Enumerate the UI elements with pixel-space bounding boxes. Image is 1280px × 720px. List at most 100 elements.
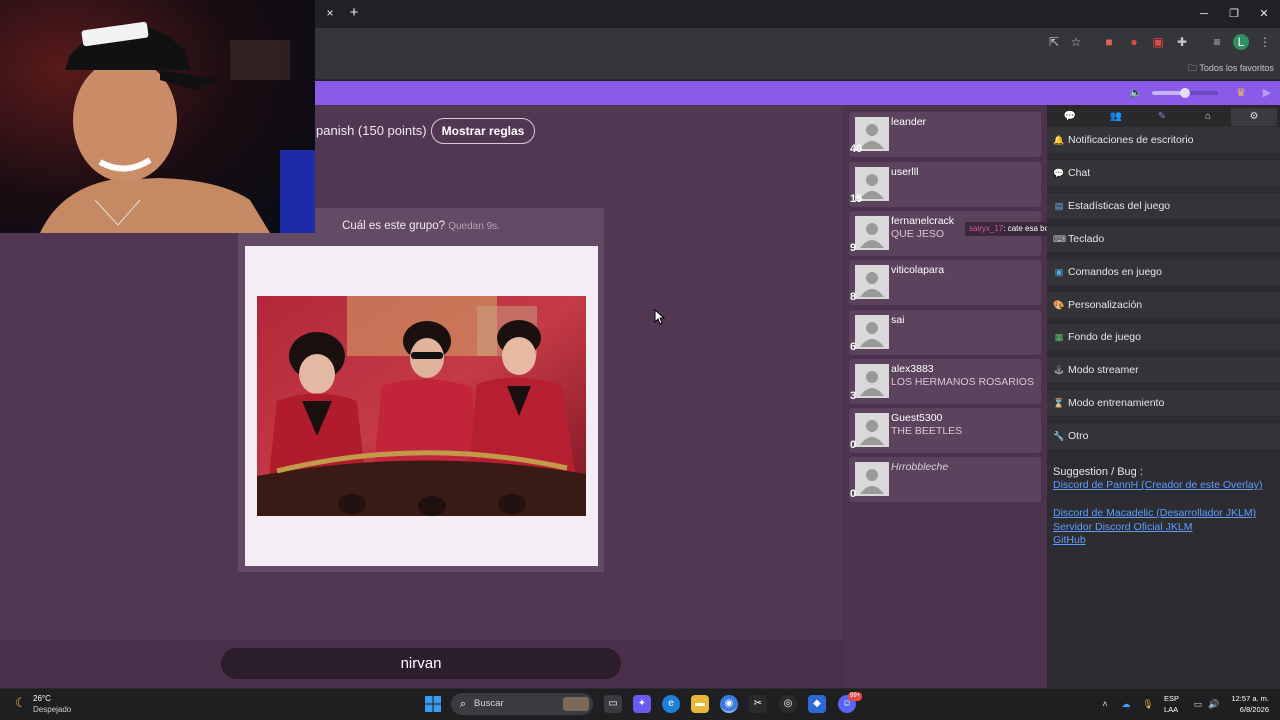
tab-players-icon[interactable]: 👥	[1093, 108, 1139, 126]
language-indicator-line1[interactable]: ESP	[1164, 694, 1179, 704]
minimize-icon[interactable]: ─	[1196, 6, 1212, 22]
speaker-icon[interactable]: 🔊	[1207, 697, 1221, 711]
player-name: Guest5300	[891, 412, 943, 424]
player-score: 15	[850, 193, 863, 205]
settings-item[interactable]: 🎨 Personalización	[1047, 290, 1280, 318]
player-score: 3	[850, 390, 857, 402]
settings-item[interactable]: 🔔 Notificaciones de escritorio	[1047, 126, 1280, 153]
player-card: 0 Guest5300 THE BEETLES	[849, 408, 1041, 453]
copilot-icon[interactable]: ✦	[633, 695, 651, 713]
settings-item[interactable]: ⌛ Modo entrenamiento	[1047, 389, 1280, 417]
settings-item[interactable]: 🔧 Otro	[1047, 422, 1280, 450]
player-name: alex3883	[891, 363, 934, 375]
default-avatar-icon	[855, 315, 889, 349]
network-icon[interactable]: ▭	[1191, 697, 1205, 711]
tab-close-button[interactable]: ×	[323, 6, 337, 20]
settings-item[interactable]: ▣ Comandos en juego	[1047, 257, 1280, 285]
player-score: 6	[850, 341, 857, 353]
keyboard-icon: ⌨	[1053, 233, 1066, 244]
bell-icon: 🔔	[1053, 135, 1065, 145]
rule-text: panish (150 points)	[316, 123, 427, 138]
media-controls-icon[interactable]: ≡	[1209, 34, 1225, 50]
player-card: 15 userlll	[849, 162, 1041, 207]
chrome-browser-icon[interactable]: ◉	[720, 695, 738, 713]
player-name: leander	[891, 116, 927, 128]
settings-item-label: Modo entrenamiento	[1068, 397, 1165, 410]
player-card: 0 Hrrobbleche	[849, 457, 1041, 502]
task-view-icon[interactable]: ▭	[604, 695, 622, 713]
hourglass-icon: ⌛	[1053, 398, 1065, 409]
windows-start-icon[interactable]	[425, 696, 441, 712]
weather-condition[interactable]: Despejado	[33, 705, 71, 715]
band-photo	[257, 296, 586, 516]
tab-tools-icon[interactable]: ✎	[1139, 108, 1185, 126]
volume-slider-handle[interactable]	[1180, 88, 1190, 98]
settings-link[interactable]: Servidor Discord Oficial JKLM	[1053, 521, 1275, 535]
moon-weather-icon[interactable]: ☾	[12, 694, 30, 712]
player-name: fernanelcrack	[891, 215, 955, 227]
player-name: userlll	[891, 166, 919, 178]
tab-chat-icon[interactable]: 💬	[1047, 108, 1093, 126]
obs-icon[interactable]: ◎	[779, 695, 797, 713]
player-score: 0	[850, 439, 857, 451]
window-close-icon[interactable]: ✕	[1256, 6, 1272, 22]
discord-notification-badge: 99+	[848, 692, 863, 701]
new-tab-button[interactable]: +	[346, 4, 362, 22]
extensions-puzzle-icon[interactable]: ✚	[1174, 34, 1190, 50]
monitor-icon: ▣	[1054, 266, 1064, 277]
mouse-cursor-icon	[654, 308, 666, 325]
player-score: 9	[850, 242, 857, 254]
clock-time[interactable]: 12:57 a. m.	[1229, 694, 1269, 704]
settings-item[interactable]: ⌨ Teclado	[1047, 224, 1280, 252]
weather-temperature[interactable]: 26°C	[33, 694, 51, 704]
install-app-icon[interactable]: ⇱	[1046, 34, 1062, 50]
player-card: 6 sai	[849, 310, 1041, 355]
answer-input[interactable]	[221, 648, 621, 679]
profile-avatar[interactable]: L	[1233, 34, 1249, 50]
microphone-icon[interactable]: 🎙	[1141, 697, 1155, 711]
settings-item[interactable]: ▤ Estadísticas del juego	[1047, 191, 1280, 219]
tab-room-icon[interactable]: ⌂	[1185, 108, 1231, 126]
onedrive-cloud-icon[interactable]: ☁	[1119, 697, 1133, 711]
joystick-icon: 🕹	[1053, 365, 1065, 376]
settings-item-label: Fondo de juego	[1068, 331, 1141, 344]
settings-item[interactable]: 💬 Chat	[1047, 158, 1280, 186]
default-avatar-icon	[855, 413, 889, 447]
capcut-icon[interactable]: ✂	[749, 695, 767, 713]
clock-date[interactable]: 6/8/2026	[1229, 705, 1269, 715]
settings-link[interactable]: GitHub	[1053, 534, 1275, 548]
all-bookmarks-label: Todos los favoritos	[1199, 63, 1274, 73]
crown-icon[interactable]: ♛	[1234, 86, 1248, 100]
settings-item[interactable]: ▦ Fondo de juego	[1047, 323, 1280, 351]
settings-link[interactable]: Discord de PannH (Creador de este Overla…	[1053, 479, 1275, 493]
show-rules-button[interactable]: Mostrar reglas	[431, 118, 535, 144]
edge-browser-icon[interactable]: e	[662, 695, 680, 713]
player-answer: QUE JESO	[891, 228, 945, 240]
all-bookmarks-folder[interactable]: 🗀 Todos los favoritos	[1188, 60, 1274, 76]
play-icon[interactable]: ▶	[1260, 86, 1274, 100]
search-icon: ⌕	[459, 698, 467, 710]
settings-link[interactable]: Discord de Macadelic (Desarrollador JKLM…	[1053, 507, 1275, 521]
chat-popup-user: sairyx_17	[969, 224, 1004, 233]
player-card: 3 alex3883 LOS HERMANOS ROSARIOS	[849, 359, 1041, 404]
adblock-extension-icon[interactable]: ■	[1101, 34, 1117, 50]
file-explorer-icon[interactable]: ▬	[691, 695, 709, 713]
bookmark-star-icon[interactable]: ☆	[1068, 34, 1084, 50]
folder-icon: 🗀	[1188, 63, 1200, 73]
tab-settings-gear-icon[interactable]: ⚙	[1231, 108, 1277, 126]
restore-icon[interactable]: ❐	[1226, 6, 1242, 22]
show-hidden-icons-chevron-icon[interactable]: ˄	[1098, 697, 1112, 711]
settings-item[interactable]: 🕹 Modo streamer	[1047, 356, 1280, 384]
extension-icon[interactable]: ▣	[1150, 34, 1166, 50]
browser-menu-icon[interactable]: ⋮	[1257, 34, 1273, 50]
chart-icon: ▤	[1054, 200, 1064, 211]
volume-icon[interactable]: 🔈	[1129, 86, 1143, 100]
settings-item-label: Estadísticas del juego	[1068, 199, 1171, 212]
streamlabs-icon[interactable]: ◆	[808, 695, 826, 713]
player-answer: LOS HERMANOS ROSARIOS	[891, 376, 1034, 388]
default-avatar-icon	[855, 216, 889, 250]
picture-icon: ▦	[1054, 332, 1064, 343]
record-extension-icon[interactable]: ●	[1126, 34, 1142, 50]
default-avatar-icon	[855, 462, 889, 496]
language-indicator-line2[interactable]: LAA	[1164, 705, 1178, 715]
